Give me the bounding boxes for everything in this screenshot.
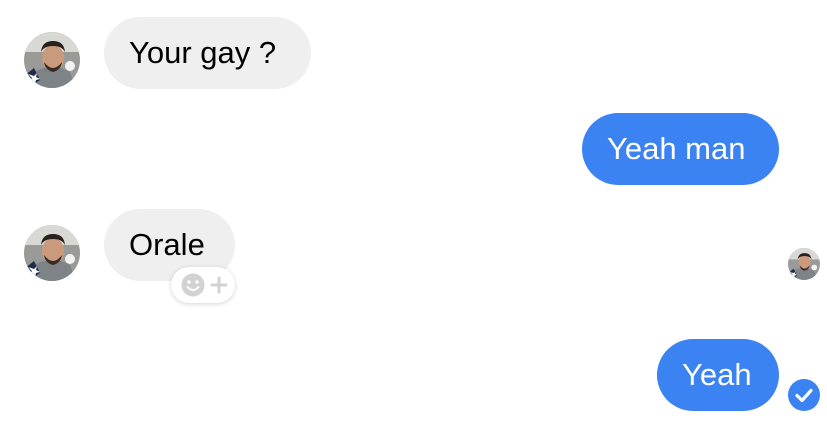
contact-avatar[interactable] [24,225,80,281]
outgoing-message-bubble[interactable]: Yeah man [582,113,779,185]
contact-avatar[interactable] [24,32,80,88]
message-text: Yeah man [607,131,746,166]
add-reaction-icon [181,273,228,297]
add-reaction-button[interactable] [171,267,235,303]
message-text: Yeah [682,357,752,392]
contact-photo [24,32,80,88]
message-text: Orale [129,227,205,262]
check-circle-icon [788,379,820,411]
message-text: Your gay ? [129,35,277,70]
incoming-message-bubble[interactable]: Your gay ? [104,17,311,89]
message-thread: Your gay ? Yeah man Orale Yeah [0,0,827,426]
seen-photo [788,248,820,280]
contact-photo [24,225,80,281]
outgoing-message-bubble[interactable]: Yeah [657,339,779,411]
seen-avatar [788,248,820,280]
